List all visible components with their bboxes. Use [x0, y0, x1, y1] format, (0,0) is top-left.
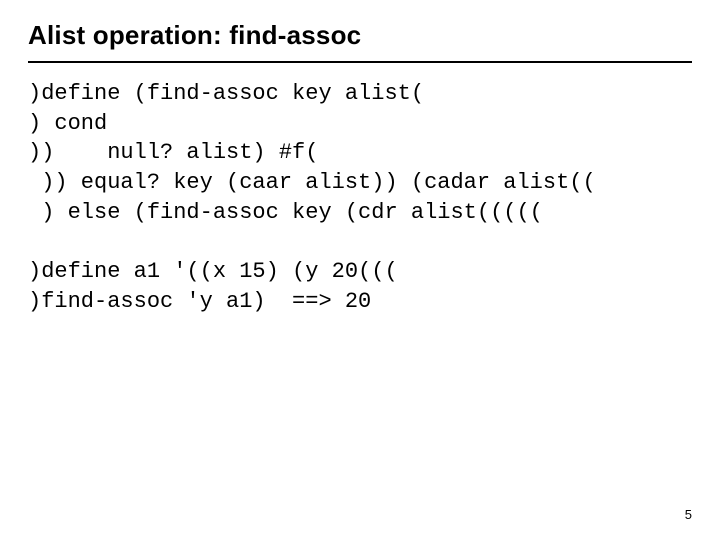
- code-line: )define a1 '((x 15) (y 20(((: [28, 257, 692, 287]
- code-block-example: )define a1 '((x 15) (y 20((( )find-assoc…: [28, 257, 692, 316]
- code-line: )define (find-assoc key alist(: [28, 79, 692, 109]
- code-line: )find-assoc 'y a1) ==> 20: [28, 287, 692, 317]
- code-line: )) equal? key (caar alist)) (cadar alist…: [28, 168, 692, 198]
- code-line: )) null? alist) #f(: [28, 138, 692, 168]
- code-block-definition: )define (find-assoc key alist( ) cond ))…: [28, 79, 692, 227]
- code-line: ) else (find-assoc key (cdr alist(((((: [28, 198, 692, 228]
- title-divider: [28, 61, 692, 63]
- slide-title: Alist operation: find-assoc: [28, 20, 692, 55]
- page-number: 5: [685, 507, 692, 522]
- slide: Alist operation: find-assoc )define (fin…: [0, 0, 720, 540]
- code-line: ) cond: [28, 109, 692, 139]
